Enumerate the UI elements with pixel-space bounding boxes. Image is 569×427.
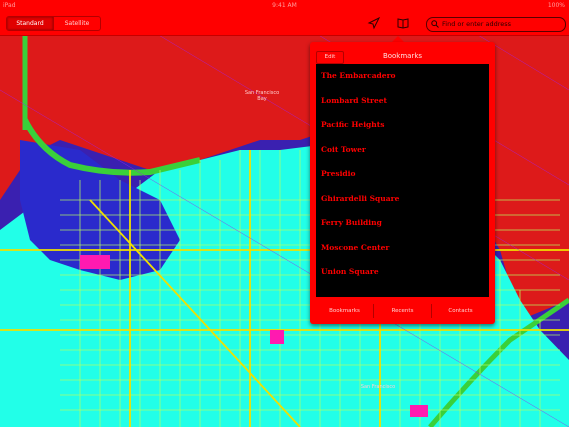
bookmarks-popover: Bookmarks Edit The Embarcadero Lombard S… [310, 42, 495, 324]
toolbar: Standard Satellite Find or enter address [0, 11, 569, 36]
edit-button[interactable]: Edit [316, 51, 344, 64]
list-item[interactable]: Ferry Building [316, 211, 489, 236]
segment-satellite[interactable]: Satellite [53, 17, 100, 30]
search-text: Find or enter address [442, 20, 512, 28]
list-item[interactable]: Moscone Center [316, 236, 489, 261]
list-item[interactable]: The Embarcadero [316, 64, 489, 89]
map-label-bay: San Francisco Bay [244, 90, 280, 102]
map-label-downtown: San Francisco [360, 384, 396, 390]
list-item[interactable]: Presidio [316, 162, 489, 187]
battery-level: 100% [547, 2, 565, 9]
search-icon [431, 20, 439, 28]
search-input[interactable]: Find or enter address [426, 17, 566, 32]
bookmark-list: The Embarcadero Lombard Street Pacific H… [316, 64, 489, 297]
status-bar: iPad 9:41 AM 100% [0, 0, 569, 11]
list-item[interactable]: Ghirardelli Square [316, 187, 489, 212]
book-icon[interactable] [396, 16, 410, 30]
list-item[interactable]: Lombard Street [316, 89, 489, 114]
tab-bookmarks[interactable]: Bookmarks [316, 304, 373, 318]
location-arrow-icon[interactable] [367, 16, 381, 30]
segment-standard[interactable]: Standard [7, 17, 53, 30]
list-item[interactable]: Coit Tower [316, 138, 489, 163]
tab-contacts[interactable]: Contacts [431, 304, 489, 318]
tab-recents[interactable]: Recents [373, 304, 431, 318]
clock: 9:41 AM [272, 2, 297, 9]
map-type-segmented-control[interactable]: Standard Satellite [6, 16, 101, 31]
list-item[interactable]: Union Square [316, 260, 489, 285]
list-item[interactable]: Pacific Heights [316, 113, 489, 138]
popover-tab-bar: Bookmarks Recents Contacts [316, 304, 489, 318]
